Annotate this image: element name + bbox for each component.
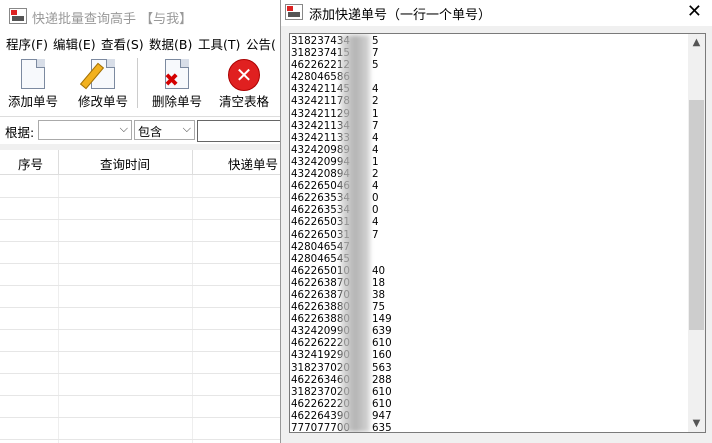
grid-row-line: [0, 395, 280, 396]
close-icon[interactable]: ✕: [687, 1, 702, 22]
tracking-number-suffix: 18: [372, 277, 385, 289]
grid-row-line: [0, 285, 280, 286]
grid-row-line: [0, 197, 280, 198]
app-logo-icon: [285, 4, 303, 20]
clear-circle-x-icon: ✕: [228, 59, 260, 91]
main-window-title: 快递批量查询高手 【与我】: [32, 8, 192, 27]
column-divider: [192, 150, 193, 174]
tracking-number-suffix: 563: [372, 362, 392, 374]
edit-number-button[interactable]: 修改单号: [74, 56, 132, 112]
add-number-label: 添加单号: [4, 91, 62, 110]
match-mode-select[interactable]: 包含 ⌵: [134, 120, 195, 140]
grid-row-line: [0, 219, 280, 220]
col-header-index[interactable]: 序号: [18, 154, 43, 173]
tracking-number-suffix: 160: [372, 349, 392, 361]
menu-program[interactable]: 程序(F): [6, 34, 48, 53]
col-header-query-time[interactable]: 查询时间: [100, 154, 150, 173]
tracking-number-suffix: 610: [372, 337, 392, 349]
tracking-number-suffix: 2: [372, 95, 379, 107]
search-field-select[interactable]: ⌵: [38, 120, 132, 140]
app-logo-icon: [9, 8, 27, 24]
tracking-number-suffix: 38: [372, 289, 385, 301]
grid-row-line: [0, 241, 280, 242]
tracking-number-suffix: 0: [372, 192, 379, 204]
grid-row-line: [0, 263, 280, 264]
clear-table-button[interactable]: ✕ 清空表格: [214, 56, 274, 112]
tracking-number-suffix: 5: [372, 59, 379, 71]
edit-number-label: 修改单号: [74, 91, 132, 110]
tracking-number-suffix: 75: [372, 301, 385, 313]
tracking-number-suffix: 0: [372, 204, 379, 216]
tracking-number-suffix: 7: [372, 47, 379, 59]
tracking-number-suffix: 947: [372, 410, 392, 422]
grid-row-line: [0, 307, 280, 308]
tracking-number-suffix: 7: [372, 229, 379, 241]
tracking-number-suffix: 4: [372, 180, 379, 192]
delete-x-icon: ✖: [164, 70, 179, 91]
toolbar-separator: [137, 58, 138, 108]
tracking-number-suffix: 635: [372, 422, 392, 433]
tracking-number-suffix: 5: [372, 35, 379, 47]
dialog-title: 添加快递单号（一行一个单号）: [309, 4, 491, 23]
chevron-down-icon: ⌵: [120, 122, 128, 136]
tracking-number-suffix: 288: [372, 374, 392, 386]
scroll-thumb[interactable]: [689, 100, 704, 330]
tracking-number-suffix: 610: [372, 386, 392, 398]
add-document-icon: [21, 59, 45, 89]
tracking-number-suffix: 610: [372, 398, 392, 410]
tracking-number-suffix: 40: [372, 265, 385, 277]
search-by-label: 根据:: [5, 122, 34, 141]
grid-column-line: [192, 175, 193, 443]
tracking-number-suffix: 149: [372, 313, 392, 325]
chevron-down-icon: ⌵: [183, 122, 191, 136]
menu-notice[interactable]: 公告(: [246, 34, 276, 53]
scroll-down-icon[interactable]: ▼: [688, 415, 705, 432]
column-divider: [58, 150, 59, 174]
grid-row-line: [0, 329, 280, 330]
grid-row-line: [0, 351, 280, 352]
scroll-up-icon[interactable]: ▲: [688, 34, 705, 51]
menu-edit[interactable]: 编辑(E): [53, 34, 96, 53]
vertical-scrollbar[interactable]: ▲ ▼: [688, 34, 705, 432]
tracking-number-suffix: 4: [372, 132, 379, 144]
add-numbers-dialog: 添加快递单号（一行一个单号） ✕ 31823743453182374157462…: [280, 0, 712, 443]
match-mode-value: 包含: [138, 123, 162, 140]
grid-column-line: [58, 175, 59, 443]
tracking-numbers-textarea[interactable]: 3182374345318237415746226221254280465864…: [289, 33, 706, 433]
redaction-blur: [340, 35, 370, 432]
dialog-titlebar: 添加快递单号（一行一个单号） ✕: [281, 0, 712, 26]
col-header-tracking-number[interactable]: 快递单号: [228, 154, 278, 173]
menu-tools[interactable]: 工具(T): [198, 34, 240, 53]
tracking-number-suffix: 4: [372, 144, 379, 156]
add-number-button[interactable]: 添加单号: [4, 56, 62, 112]
tracking-number-suffix: 639: [372, 325, 392, 337]
tracking-number-suffix: 1: [372, 108, 379, 120]
tracking-number-suffix: 2: [372, 168, 379, 180]
grid-row-line: [0, 417, 280, 418]
tracking-number-suffix: 1: [372, 156, 379, 168]
menu-data[interactable]: 数据(B): [149, 34, 192, 53]
tracking-number-suffix: 7: [372, 120, 379, 132]
grid-row-line: [0, 373, 280, 374]
tracking-number-suffix: 4: [372, 83, 379, 95]
delete-number-label: 删除单号: [148, 91, 206, 110]
tracking-number-suffix: 4: [372, 216, 379, 228]
menu-view[interactable]: 查看(S): [101, 34, 144, 53]
delete-number-button[interactable]: ✖ 删除单号: [148, 56, 206, 112]
grid-row-line: [0, 439, 280, 440]
clear-table-label: 清空表格: [214, 91, 274, 110]
